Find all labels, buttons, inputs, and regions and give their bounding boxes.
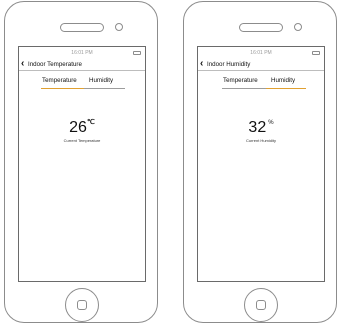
tab-bar: Temperature Humidity	[198, 77, 324, 90]
reading-caption: Current Humidity	[245, 138, 276, 143]
reading-display: 32%	[198, 119, 324, 137]
battery-icon	[312, 51, 320, 55]
chevron-left-icon[interactable]: ‹	[21, 59, 24, 69]
phone-frame-temperature: 16:01 PM ‹ Indoor Temperature Temperatur…	[4, 1, 158, 323]
tab-humidity[interactable]: Humidity	[89, 77, 113, 85]
screen: 16:01 PM ‹ Indoor Temperature Temperatur…	[18, 46, 146, 282]
reading-display: 26℃	[19, 119, 145, 137]
tab-underline-inactive	[222, 88, 266, 90]
status-bar: 16:01 PM	[19, 49, 145, 57]
screen: 16:01 PM ‹ Indoor Humidity Temperature H…	[197, 46, 325, 282]
front-camera	[115, 23, 123, 31]
home-button-inner	[256, 300, 266, 310]
tab-humidity[interactable]: Humidity	[271, 77, 295, 85]
tab-temperature[interactable]: Temperature	[42, 77, 77, 85]
humidity-unit: %	[268, 120, 274, 126]
humidity-value: 32	[248, 119, 267, 136]
chevron-left-icon[interactable]: ‹	[200, 59, 203, 69]
tab-bar: Temperature Humidity	[19, 77, 145, 90]
page-title: Indoor Humidity	[207, 61, 251, 68]
tab-underline-inactive	[84, 88, 125, 90]
nav-header: ‹ Indoor Temperature	[19, 59, 145, 71]
page-title: Indoor Temperature	[28, 61, 82, 68]
home-button-icon[interactable]	[244, 288, 278, 322]
temperature-value: 26	[69, 119, 87, 136]
battery-icon	[133, 51, 141, 55]
temperature-unit: ℃	[86, 119, 95, 126]
tab-underline-active	[266, 88, 306, 90]
nav-header: ‹ Indoor Humidity	[198, 59, 324, 71]
home-button-inner	[77, 300, 87, 310]
speaker-grille	[239, 23, 283, 32]
speaker-grille	[60, 23, 104, 32]
tab-temperature[interactable]: Temperature	[223, 77, 258, 85]
home-button-icon[interactable]	[65, 288, 99, 322]
front-camera	[294, 23, 302, 31]
status-bar: 16:01 PM	[198, 49, 324, 57]
status-time: 16:01 PM	[250, 50, 272, 56]
phone-frame-humidity: 16:01 PM ‹ Indoor Humidity Temperature H…	[183, 1, 337, 323]
tab-underline-active	[41, 88, 84, 90]
status-time: 16:01 PM	[71, 50, 93, 56]
reading-caption: Current Temperature	[63, 138, 101, 143]
